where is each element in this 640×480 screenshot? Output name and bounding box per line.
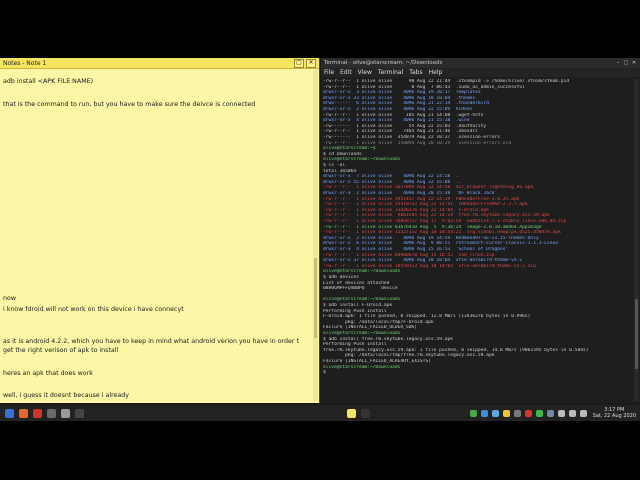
note-line: i know fdroid will not work on this devi… xyxy=(3,306,184,313)
tray-app-icon-4[interactable] xyxy=(502,409,510,417)
menu-terminal[interactable]: Terminal xyxy=(378,69,403,76)
terminal-title: Terminal - olive@starscream: ~/Downloads xyxy=(324,60,443,66)
menu-view[interactable]: View xyxy=(358,69,372,76)
clock-date: Sat, 22 Aug 2020 xyxy=(592,413,636,419)
taskbar: 3:17 PM Sat, 22 Aug 2020 xyxy=(0,405,640,421)
close-button[interactable]: ✕ xyxy=(306,58,316,68)
terminal-output[interactable]: -rw-r--r-- 1 olive olive 98 Aug 22 21:44… xyxy=(323,79,632,401)
battery-icon[interactable] xyxy=(579,409,587,417)
system-tray: 3:17 PM Sat, 22 Aug 2020 xyxy=(466,406,636,420)
tray-app-icon-1[interactable] xyxy=(469,409,477,417)
steam-icon[interactable] xyxy=(546,409,554,417)
tray-app-icon-7[interactable] xyxy=(535,409,543,417)
note-line: well, i guess it doesnt because i alread… xyxy=(3,392,129,399)
files-icon[interactable] xyxy=(47,408,56,418)
close-button[interactable]: ✕ xyxy=(631,60,637,66)
text-editor-icon[interactable] xyxy=(61,408,70,418)
terminal-line: 0BV0GMPFFQ40BPQ device xyxy=(323,286,398,292)
terminal-line: $ xyxy=(323,370,329,376)
notes-window[interactable]: Notes - Note 1 ▢ ✕ adb install <APK FILE… xyxy=(0,58,320,403)
terminal-scrollbar[interactable] xyxy=(634,79,639,401)
menu-tabs[interactable]: Tabs xyxy=(409,69,422,76)
note-line: get the right verison of apk to install xyxy=(3,347,119,354)
network-icon[interactable] xyxy=(557,409,565,417)
terminal-menu-bar: File Edit View Terminal Tabs Help xyxy=(321,68,640,77)
menu-edit[interactable]: Edit xyxy=(340,69,352,76)
maximize-button[interactable]: ▢ xyxy=(294,58,304,68)
menu-file[interactable]: File xyxy=(324,69,334,76)
note-line: as it is android 4.2.2, which you have t… xyxy=(3,338,299,345)
terminal-window[interactable]: Terminal - olive@starscream: ~/Downloads… xyxy=(321,58,640,403)
notes-task-icon[interactable] xyxy=(347,408,356,418)
minimize-button[interactable]: – xyxy=(615,60,621,66)
launcher-group xyxy=(0,408,84,418)
tray-app-icon-6[interactable] xyxy=(524,409,532,417)
firefox-icon[interactable] xyxy=(19,408,28,418)
note-line: adb install <APK FILE NAME) xyxy=(3,78,94,85)
menu-icon[interactable] xyxy=(5,408,14,418)
task-list xyxy=(342,408,370,418)
notes-title-bar[interactable]: Notes - Note 1 ▢ ✕ xyxy=(0,58,319,69)
terminal-scrollbar-thumb[interactable] xyxy=(635,299,638,369)
tray-app-icon-2[interactable] xyxy=(480,409,488,417)
terminal-task-icon[interactable] xyxy=(361,408,370,418)
notes-text-area[interactable]: adb install <APK FILE NAME) that is the c… xyxy=(3,70,308,400)
notes-scrollbar[interactable] xyxy=(313,70,318,401)
desktop: Notes - Note 1 ▢ ✕ adb install <APK FILE… xyxy=(0,58,640,421)
clock[interactable]: 3:17 PM Sat, 22 Aug 2020 xyxy=(593,407,636,419)
tray-app-icon-5[interactable] xyxy=(513,409,521,417)
tray-app-icon-3[interactable] xyxy=(491,409,499,417)
app-icon[interactable] xyxy=(33,408,42,418)
note-line: now xyxy=(3,295,16,302)
terminal-title-bar[interactable]: Terminal - olive@starscream: ~/Downloads… xyxy=(321,58,640,68)
note-line: that is the command to run, but you have… xyxy=(3,101,256,108)
terminal-icon[interactable] xyxy=(75,408,84,418)
notes-scrollbar-thumb[interactable] xyxy=(314,258,317,338)
note-line: heres an apk that does work xyxy=(3,370,93,377)
notes-title: Notes - Note 1 xyxy=(3,59,47,67)
volume-icon[interactable] xyxy=(568,409,576,417)
maximize-button[interactable]: □ xyxy=(623,60,629,66)
menu-help[interactable]: Help xyxy=(429,69,443,76)
